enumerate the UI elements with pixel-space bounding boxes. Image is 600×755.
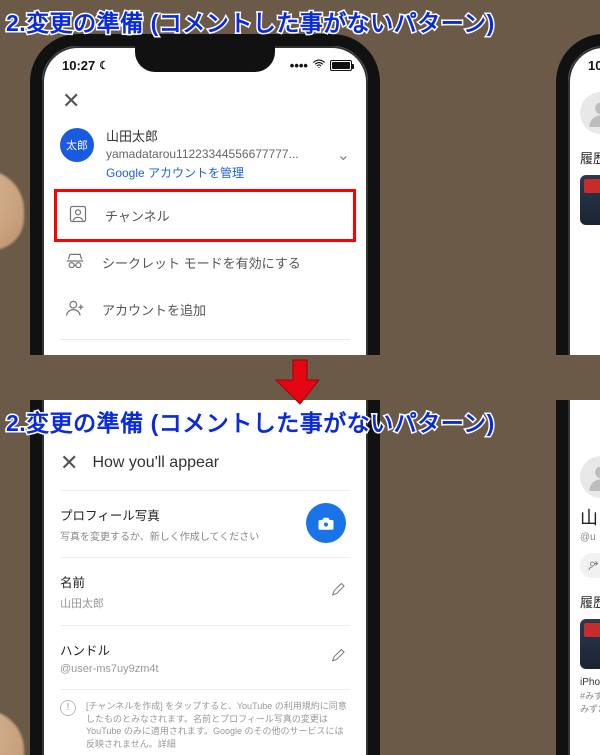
phone-right: 10:27 ☾ アカウントを切 履歴 xyxy=(556,34,600,355)
status-bar: 10:27 ☾ xyxy=(568,46,600,76)
signal-dots: •••• xyxy=(290,58,308,73)
notch xyxy=(135,44,275,72)
close-icon[interactable]: ✕ xyxy=(60,450,78,476)
wifi-icon xyxy=(312,57,326,74)
page-title: How you'll appear xyxy=(92,454,219,472)
chevron-down-icon[interactable]: ⌄ xyxy=(337,145,350,165)
menu-channel-label: チャンネル xyxy=(105,206,170,225)
channel-name: 山 xyxy=(580,504,600,530)
handle-value: @user-ms7uy9zm4t xyxy=(60,663,350,675)
disclaimer-text: [チャンネルを作成] をタップすると、YouTube の利用規約に同意したものと… xyxy=(86,700,350,750)
add-person-icon xyxy=(64,298,86,321)
name-label: 名前 xyxy=(60,572,350,591)
pencil-icon[interactable] xyxy=(330,647,346,668)
phone-right: 山 @u アカウントを切 履歴 iPhoneの進化の歴 #みずおじさん #ip … xyxy=(556,400,600,755)
camera-icon[interactable] xyxy=(306,503,346,543)
account-name: 山田太郎 xyxy=(106,128,325,146)
menu-add-account[interactable]: アカウントを追加 xyxy=(60,286,350,333)
account-email: yamadatarou11223344556677777... xyxy=(106,146,325,163)
menu-channel[interactable]: チャンネル xyxy=(54,189,356,242)
pencil-icon[interactable] xyxy=(330,581,346,602)
step-title: 2.変更の準備 (コメントした事がないパターン) xyxy=(6,4,495,38)
history-heading: 履歴 xyxy=(580,148,600,167)
video-title: iPhoneの進化の歴 xyxy=(580,676,600,689)
video-tags: #みずおじさん #ip xyxy=(580,689,600,702)
finger-hint xyxy=(0,710,24,755)
video-thumbnail[interactable] xyxy=(580,175,600,225)
clock: 10:27 xyxy=(588,58,600,73)
avatar: 太郎 xyxy=(60,128,94,162)
profile-photo-section[interactable]: プロフィール写真 写真を変更するか、新しく作成してください xyxy=(60,490,350,557)
divider xyxy=(60,339,350,340)
phone-left: 10:27 ☾ •••• ✕ 太郎 山田太郎 yamada xyxy=(30,34,380,355)
phone-left: ✕ How you'll appear プロフィール写真 写真を変更するか、新し… xyxy=(30,400,380,755)
video-channel: みずおじさん xyxy=(580,702,600,715)
battery-icon xyxy=(330,60,352,71)
history-heading: 履歴 xyxy=(580,592,600,611)
manage-account-link[interactable]: Google アカウントを管理 xyxy=(106,165,325,182)
disclaimer: ! [チャンネルを作成] をタップすると、YouTube の利用規約に同意したも… xyxy=(60,689,350,755)
info-icon: ! xyxy=(60,700,76,716)
video-thumbnail[interactable] xyxy=(580,619,600,669)
switch-account-pill[interactable]: アカウントを切 xyxy=(580,553,600,578)
name-value: 山田太郎 xyxy=(60,595,350,611)
down-arrow-icon xyxy=(275,356,325,411)
panel-bottom: 2.変更の準備 (コメントした事がないパターン) ✕ How you'll ap… xyxy=(0,400,600,755)
panel-top: 2.変更の準備 (コメントした事がないパターン) 10:27 ☾ •••• ✕ xyxy=(0,0,600,355)
menu-add-account-label: アカウントを追加 xyxy=(102,300,206,319)
handle-label: ハンドル xyxy=(60,640,350,659)
avatar-placeholder-icon xyxy=(580,92,600,134)
avatar-placeholder-icon xyxy=(580,456,600,498)
close-icon[interactable]: ✕ xyxy=(60,82,82,124)
step-title: 2.変更の準備 (コメントした事がないパターン) xyxy=(6,404,495,438)
dnd-moon-icon: ☾ xyxy=(99,59,109,72)
menu-incognito[interactable]: シークレット モードを有効にする xyxy=(60,239,350,286)
menu-incognito-label: シークレット モードを有効にする xyxy=(102,253,301,272)
menu-premium[interactable]: YouTube Premium に登録 xyxy=(60,346,350,355)
name-section[interactable]: 名前 山田太郎 xyxy=(60,557,350,625)
incognito-icon xyxy=(64,251,86,274)
clock: 10:27 xyxy=(62,58,95,73)
account-header[interactable]: 太郎 山田太郎 yamadatarou11223344556677777... … xyxy=(60,124,350,192)
finger-hint xyxy=(0,170,24,250)
channel-handle: @u xyxy=(580,532,600,543)
handle-section[interactable]: ハンドル @user-ms7uy9zm4t xyxy=(60,625,350,689)
person-square-icon xyxy=(67,204,89,227)
